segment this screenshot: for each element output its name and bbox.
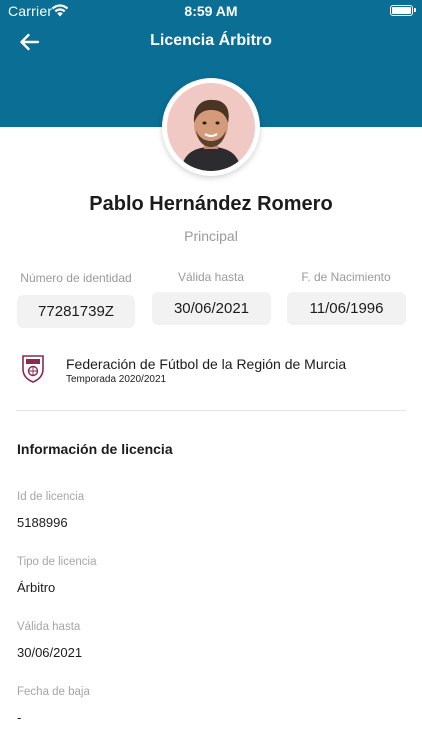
referee-role: Principal: [184, 228, 238, 244]
valid-until-label: Válida hasta: [177, 270, 245, 284]
license-valid-until-value: 30/06/2021: [17, 645, 83, 660]
birth-date-value: 11/06/1996: [287, 292, 406, 325]
license-id-label: Id de licencia: [17, 491, 85, 503]
federation-crest-icon: [22, 355, 44, 383]
page-title: Licencia Árbitro: [150, 32, 272, 49]
termination-date-value: -: [17, 710, 22, 725]
license-type-value: Árbitro: [17, 580, 56, 595]
referee-name: Pablo Hernández Romero: [89, 193, 333, 215]
license-info-title: Información de licencia: [17, 441, 173, 457]
federation-season: Temporada 2020/2021: [66, 374, 167, 385]
avatar: [162, 78, 260, 176]
termination-date-label: Fecha de baja: [17, 686, 90, 698]
status-bar: Carrier 8:59 AM: [0, 0, 422, 22]
license-id-value: 5188996: [17, 515, 68, 530]
battery-icon: [390, 5, 416, 16]
clock: 8:59 AM: [184, 3, 238, 19]
federation-name: Federación de Fútbol de la Región de Mur…: [66, 356, 347, 372]
birth-date-label: F. de Nacimiento: [301, 270, 391, 284]
license-valid-until-label: Válida hasta: [17, 621, 81, 633]
license-type-label: Tipo de licencia: [17, 556, 97, 568]
id-number-label: Número de identidad: [20, 271, 132, 285]
section-divider: [16, 410, 406, 411]
profile-photo: [167, 83, 255, 171]
valid-until-value: 30/06/2021: [152, 292, 271, 325]
id-number-value: 77281739Z: [17, 295, 135, 328]
